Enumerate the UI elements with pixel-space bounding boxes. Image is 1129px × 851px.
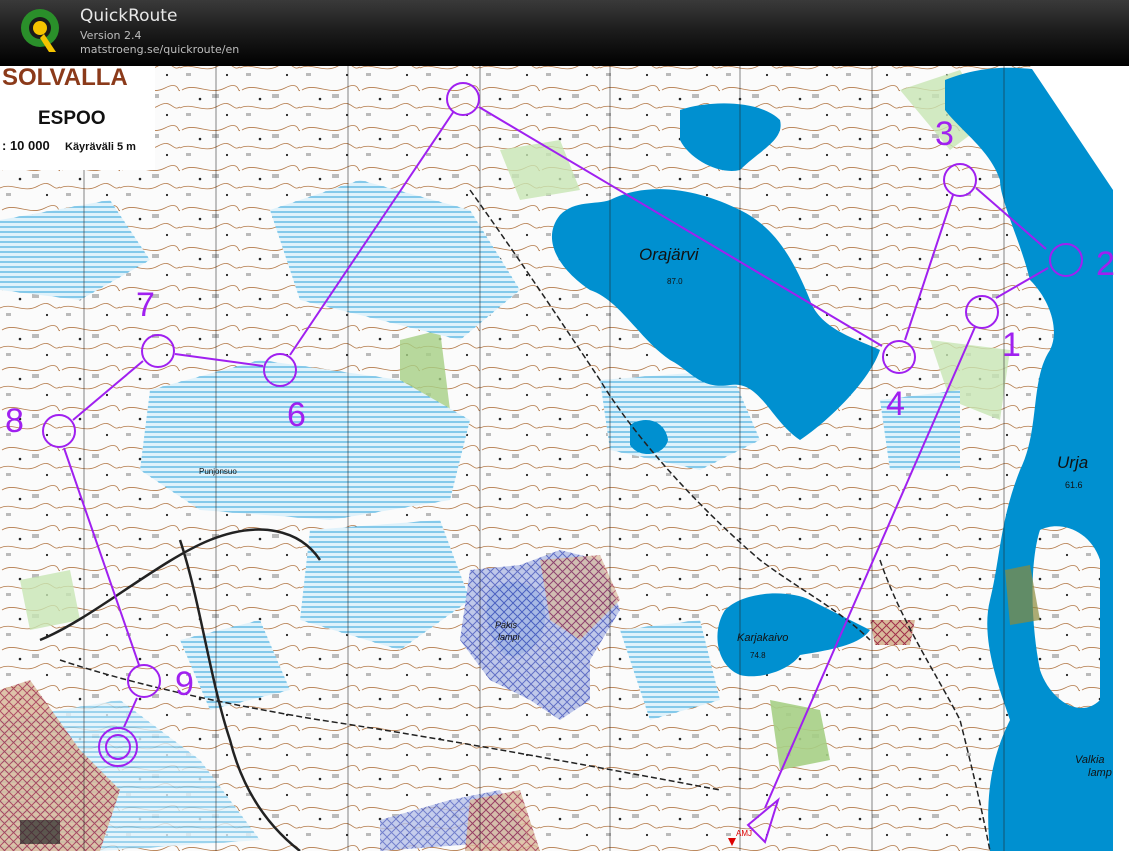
lake-label-valkia-sub: lamp (1088, 767, 1112, 779)
lake-label-valkia: Valkia (1075, 754, 1105, 766)
control-number-8: 8 (5, 402, 24, 440)
map-contour-interval: Käyräväli 5 m (65, 141, 136, 153)
lake-label-karjakaivo: Karjakaivo (737, 632, 788, 644)
control-number-1: 1 (1002, 326, 1021, 364)
control-number-3: 3 (935, 115, 954, 153)
control-number-9: 9 (175, 665, 194, 703)
lake-elevation-urja: 61.6 (1065, 480, 1083, 490)
control-number-4: 4 (886, 385, 905, 423)
place-label-punjonsuo: Punjonsuo (199, 467, 237, 476)
lake-label-small-1: Pakis (495, 620, 518, 630)
map-title: SOLVALLA (2, 66, 128, 91)
control-number-2: 2 (1096, 245, 1115, 283)
lake-label-urja: Urja (1057, 453, 1088, 472)
map-scale: : 10 000 (2, 138, 50, 153)
lake-elevation-karjakaivo: 74.8 (750, 651, 766, 660)
lake-label-small-2: lampi (498, 632, 521, 642)
lake-label-orajarvi: Orajärvi (639, 245, 700, 264)
app-url: matstroeng.se/quickroute/en (80, 43, 240, 56)
map-place: ESPOO (38, 108, 106, 129)
control-number-6: 6 (287, 396, 306, 434)
start-label: AMJ (736, 829, 752, 838)
orienteering-map[interactable]: SOLVALLA ESPOO : 10 000 Käyräväli 5 m Or… (0, 66, 1129, 851)
app-title: QuickRoute (80, 6, 178, 26)
control-number-7: 7 (136, 286, 155, 324)
title-bar: QuickRoute Version 2.4 matstroeng.se/qui… (0, 0, 1129, 66)
lake-elevation-orajarvi: 87.0 (667, 277, 683, 286)
app-version: Version 2.4 (80, 29, 142, 42)
quickroute-logo-icon (21, 9, 59, 52)
